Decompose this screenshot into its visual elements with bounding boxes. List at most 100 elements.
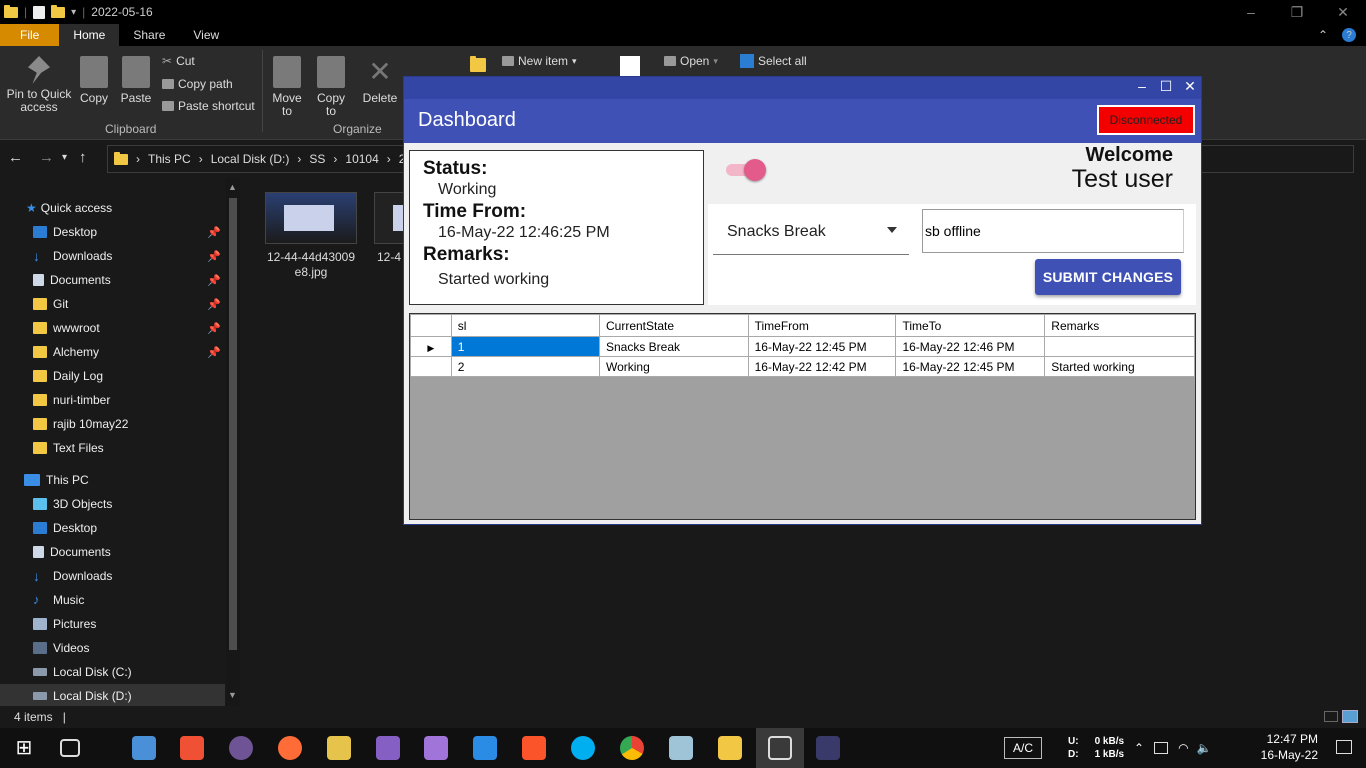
nav-item-documents[interactable]: Documents 📌 <box>0 268 225 292</box>
pin-icon[interactable]: 📌 <box>207 346 221 359</box>
open-button[interactable]: Open ▾ <box>664 54 718 68</box>
recent-locations-icon[interactable]: ▾ <box>62 152 67 166</box>
nav-item-local-disk-c[interactable]: Local Disk (C:) <box>0 660 225 684</box>
nav-item-downloads[interactable]: ↓ Downloads 📌 <box>0 244 225 268</box>
connection-status-button[interactable]: Disconnected <box>1097 105 1195 135</box>
wifi-icon[interactable]: ◠ <box>1178 741 1188 755</box>
cell-current-state[interactable]: Snacks Break <box>598 336 749 357</box>
details-view-icon[interactable] <box>1324 711 1338 722</box>
nav-item-alchemy[interactable]: Alchemy 📌 <box>0 340 225 364</box>
online-toggle[interactable] <box>722 159 766 181</box>
nav-item-pc-desktop[interactable]: Desktop <box>0 516 225 540</box>
cell-sl[interactable]: 1 <box>450 336 600 357</box>
new-folder-icon[interactable] <box>51 4 66 18</box>
up-arrow-icon[interactable]: ↑ <box>79 149 87 166</box>
tab-home[interactable]: Home <box>59 24 120 46</box>
row-header-corner[interactable] <box>410 314 452 337</box>
nav-item-daily-log[interactable]: Daily Log <box>0 364 225 388</box>
column-header-time-from[interactable]: TimeFrom <box>747 314 897 337</box>
nav-this-pc[interactable]: This PC <box>0 468 225 492</box>
tab-view[interactable]: View <box>179 24 233 46</box>
column-header-remarks[interactable]: Remarks <box>1044 314 1195 337</box>
chrome-icon[interactable] <box>620 736 644 760</box>
nav-item-pictures[interactable]: Pictures <box>0 612 225 636</box>
scroll-down-icon[interactable]: ▼ <box>228 690 237 700</box>
remote-desktop-icon[interactable] <box>132 736 156 760</box>
large-icons-view-icon[interactable] <box>1342 710 1358 723</box>
remarks-input[interactable] <box>922 209 1184 253</box>
chevron-up-icon[interactable]: ⌃ <box>1134 741 1144 755</box>
forward-arrow-icon[interactable]: → <box>39 149 54 166</box>
postman-icon[interactable] <box>278 736 302 760</box>
breadcrumb-this-pc[interactable]: This PC <box>148 152 191 166</box>
cell-time-to[interactable]: 16-May-22 12:45 PM <box>895 356 1046 377</box>
cell-time-from[interactable]: 16-May-22 12:45 PM <box>747 336 897 357</box>
file-explorer-icon[interactable] <box>718 736 742 760</box>
pin-icon[interactable]: 📌 <box>207 298 221 311</box>
maximize-icon[interactable]: ☐ <box>1159 78 1173 95</box>
terminal-icon[interactable] <box>816 736 840 760</box>
cut-button[interactable]: ✂ Cut <box>162 54 195 68</box>
cell-time-to[interactable]: 16-May-22 12:46 PM <box>895 336 1046 357</box>
nav-item-desktop[interactable]: Desktop 📌 <box>0 220 225 244</box>
github-desktop-icon[interactable] <box>229 736 253 760</box>
nav-item-nuri-timber[interactable]: nuri-timber <box>0 388 225 412</box>
vscode-icon[interactable] <box>473 736 497 760</box>
pin-icon[interactable]: 📌 <box>207 250 221 263</box>
nav-item-videos[interactable]: Videos <box>0 636 225 660</box>
cell-remarks[interactable]: Started working <box>1044 356 1195 377</box>
pin-icon[interactable]: 📌 <box>207 274 221 287</box>
cell-sl[interactable]: 2 <box>450 356 600 377</box>
file-item[interactable]: 12-4 <box>374 192 404 265</box>
notes-icon[interactable] <box>669 736 693 760</box>
new-item-button[interactable]: New item ▾ <box>502 54 577 68</box>
cell-current-state[interactable]: Working <box>598 356 749 377</box>
close-icon[interactable]: ✕ <box>1320 0 1366 24</box>
file-item[interactable]: 12-44-44d43009e8.jpg <box>262 192 360 280</box>
nav-item-local-disk-d[interactable]: Local Disk (D:) <box>0 684 225 708</box>
volume-icon[interactable]: 🔈 <box>1197 741 1212 755</box>
cell-remarks[interactable] <box>1044 336 1195 357</box>
minimize-icon[interactable]: – <box>1228 0 1274 24</box>
tab-share[interactable]: Share <box>119 24 179 46</box>
customize-toolbar-icon[interactable]: ▾ <box>71 7 76 18</box>
collapse-ribbon-icon[interactable]: ⌃ <box>1318 28 1328 42</box>
column-header-current-state[interactable]: CurrentState <box>598 314 749 337</box>
nav-quick-access[interactable]: ★ Quick access <box>0 196 225 220</box>
nav-item-pc-downloads[interactable]: ↓ Downloads <box>0 564 225 588</box>
notifications-icon[interactable] <box>1336 740 1352 754</box>
nav-item-3d-objects[interactable]: 3D Objects <box>0 492 225 516</box>
nav-item-text-files[interactable]: Text Files <box>0 436 225 460</box>
cell-time-from[interactable]: 16-May-22 12:42 PM <box>747 356 897 377</box>
state-select[interactable]: Snacks Break <box>713 209 909 255</box>
submit-changes-button[interactable]: SUBMIT CHANGES <box>1035 259 1181 295</box>
move-to-button[interactable]: Move to <box>270 56 304 118</box>
nav-item-rajib-10may22[interactable]: rajib 10may22 <box>0 412 225 436</box>
minimize-icon[interactable]: – <box>1135 78 1149 95</box>
paste-shortcut-button[interactable]: Paste shortcut <box>162 99 255 113</box>
row-selector[interactable] <box>410 356 452 377</box>
pin-to-quick-access-button[interactable]: Pin to Quick access <box>6 56 72 114</box>
nav-item-git[interactable]: Git 📌 <box>0 292 225 316</box>
copy-to-button[interactable]: Copy to <box>314 56 348 118</box>
pin-icon[interactable]: 📌 <box>207 226 221 239</box>
taskbar-clock[interactable]: 12:47 PM 16-May-22 <box>1261 731 1318 763</box>
back-arrow-icon[interactable]: ← <box>8 149 23 166</box>
tab-file[interactable]: File <box>0 24 60 46</box>
ac-indicator[interactable]: A/C <box>1004 737 1043 759</box>
nav-scrollbar[interactable]: ▲ ▼ <box>226 178 240 706</box>
breadcrumb-10104[interactable]: 10104 <box>345 152 378 166</box>
pin-icon[interactable]: 📌 <box>207 322 221 335</box>
dashboard-app-icon[interactable] <box>768 736 792 760</box>
breadcrumb-local-disk-d[interactable]: Local Disk (D:) <box>211 152 290 166</box>
table-row[interactable]: 2 Working 16-May-22 12:42 PM 16-May-22 1… <box>410 356 1195 377</box>
copy-button[interactable]: Copy <box>78 56 110 105</box>
new-folder-icon[interactable] <box>470 56 486 72</box>
brave-icon[interactable] <box>522 736 546 760</box>
visual-studio-icon[interactable] <box>376 736 400 760</box>
windows-start-icon[interactable]: ⊞ <box>12 736 36 760</box>
help-icon[interactable]: ? <box>1342 28 1356 42</box>
breadcrumb-ss[interactable]: SS <box>309 152 325 166</box>
task-view-icon[interactable] <box>60 739 80 757</box>
delete-button[interactable]: ✕ Delete <box>360 56 400 105</box>
